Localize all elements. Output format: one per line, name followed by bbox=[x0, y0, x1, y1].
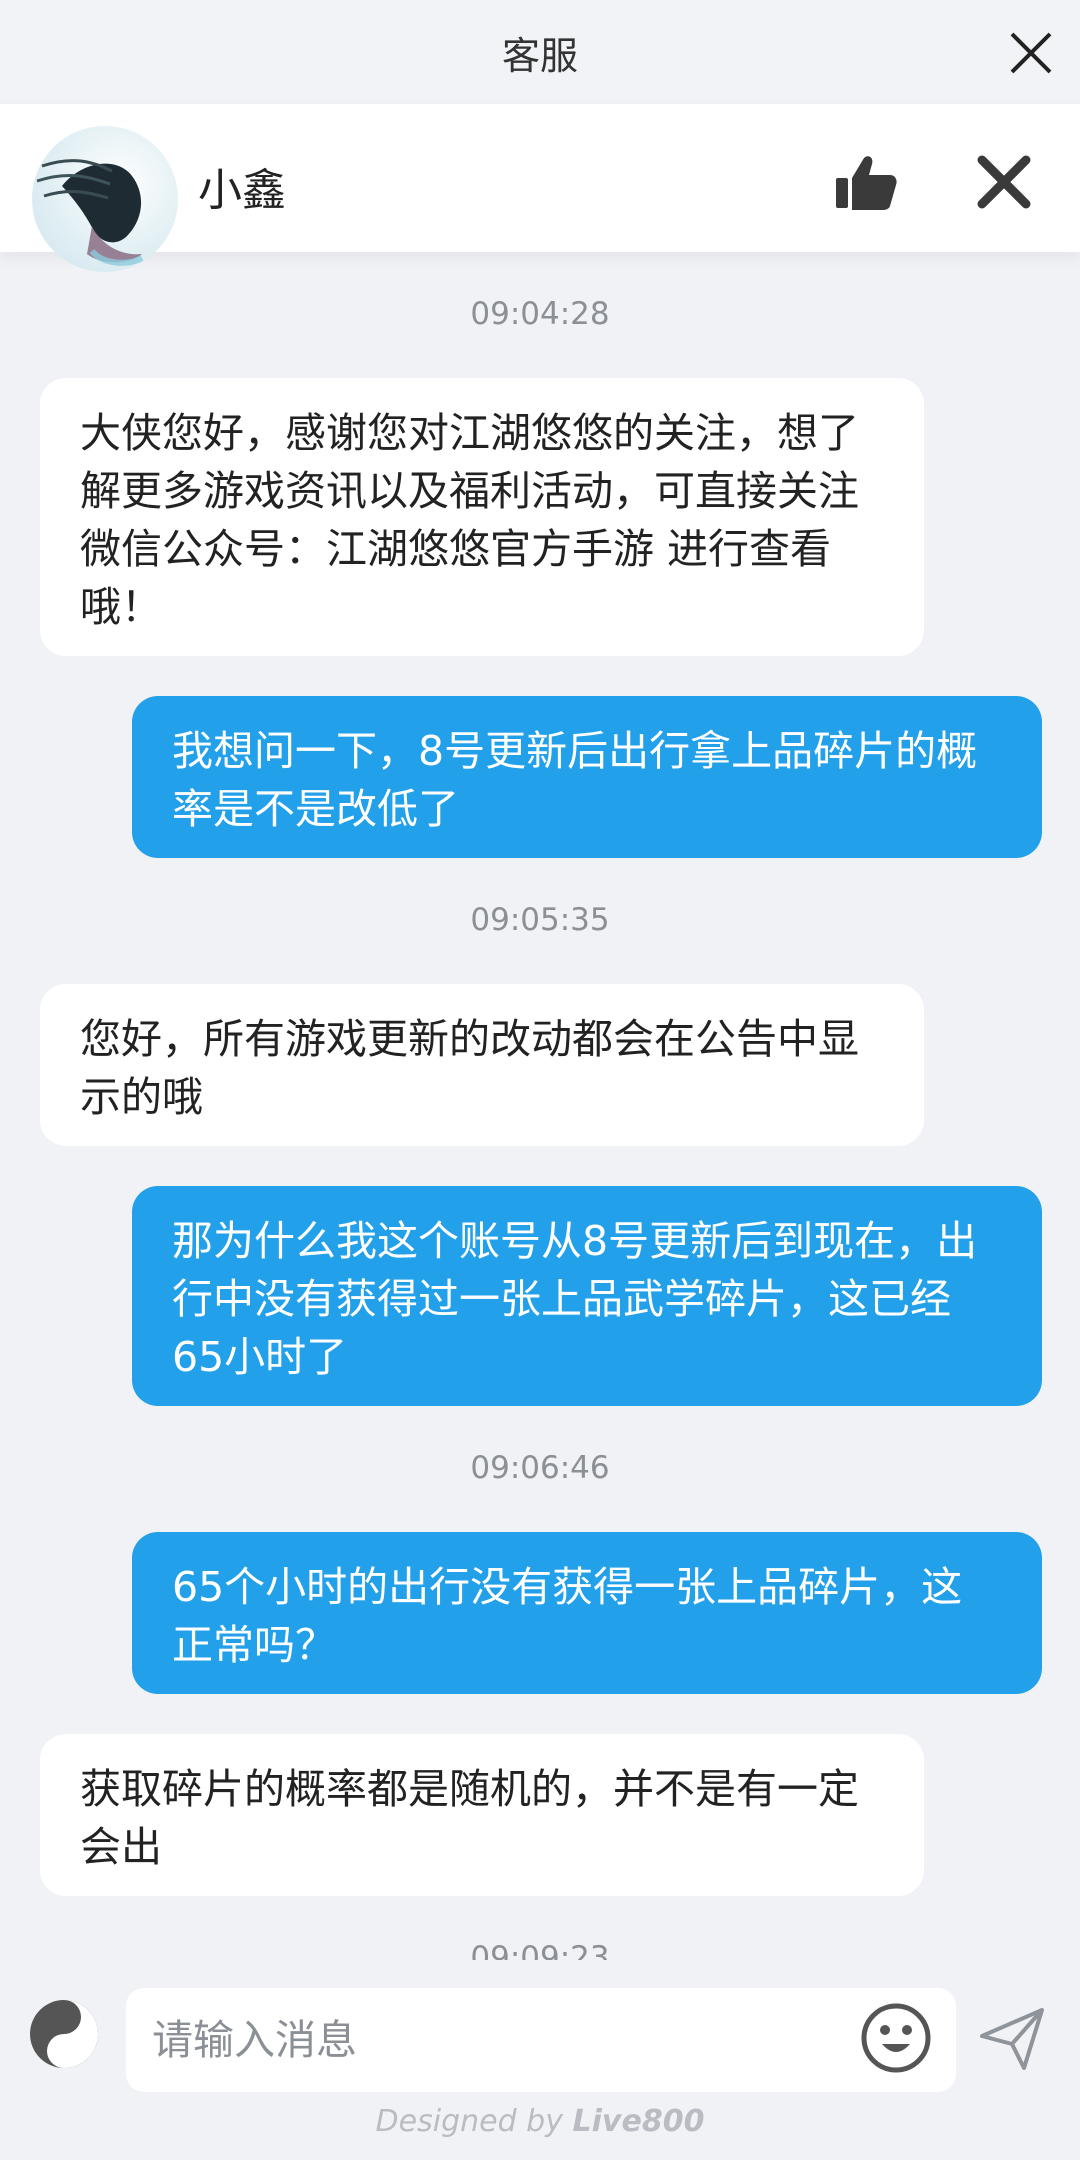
message-input[interactable] bbox=[126, 1988, 956, 2092]
timestamp: 09:04:28 bbox=[470, 296, 610, 332]
timestamp: 09:05:35 bbox=[470, 902, 610, 938]
thumbs-up-icon[interactable] bbox=[832, 148, 900, 216]
agent-header: 小鑫 bbox=[0, 104, 1080, 272]
designed-by-text: Designed by bbox=[375, 2104, 563, 2139]
end-chat-x-icon[interactable] bbox=[970, 148, 1038, 216]
agent-avatar bbox=[32, 126, 178, 272]
chat-area[interactable]: 09:04:28 大侠您好，感谢您对江湖悠悠的关注，想了解更多游戏资讯以及福利活… bbox=[0, 270, 1080, 1960]
designed-by-footer: Designed by Live800 bbox=[0, 2104, 1080, 2139]
agent-message: 获取碎片的概率都是随机的，并不是有一定会出 bbox=[40, 1734, 924, 1896]
input-bar: Designed by Live800 bbox=[0, 1960, 1080, 2160]
timestamp: 09:06:46 bbox=[470, 1450, 610, 1486]
user-message: 我想问一下，8号更新后出行拿上品碎片的概率是不是改低了 bbox=[132, 696, 1042, 858]
user-message: 65个小时的出行没有获得一张上品碎片，这正常吗？ bbox=[132, 1532, 1042, 1694]
send-icon[interactable] bbox=[976, 2002, 1048, 2074]
agent-message: 大侠您好，感谢您对江湖悠悠的关注，想了解更多游戏资讯以及福利活动，可直接关注微信… bbox=[40, 378, 924, 656]
page-title: 客服 bbox=[501, 33, 578, 78]
emoji-icon[interactable] bbox=[860, 2002, 932, 2074]
live800-brand: Live800 bbox=[572, 2104, 705, 2139]
top-bar: 客服 bbox=[0, 0, 1080, 104]
close-icon[interactable] bbox=[1002, 24, 1060, 82]
agent-message: 您好，所有游戏更新的改动都会在公告中显示的哦 bbox=[40, 984, 924, 1146]
agent-name: 小鑫 bbox=[198, 165, 286, 216]
user-message: 那为什么我这个账号从8号更新后到现在，出行中没有获得过一张上品武学碎片，这已经6… bbox=[132, 1186, 1042, 1406]
timestamp: 09:09:23 bbox=[470, 1940, 610, 1960]
yin-yang-icon[interactable] bbox=[28, 1998, 100, 2070]
